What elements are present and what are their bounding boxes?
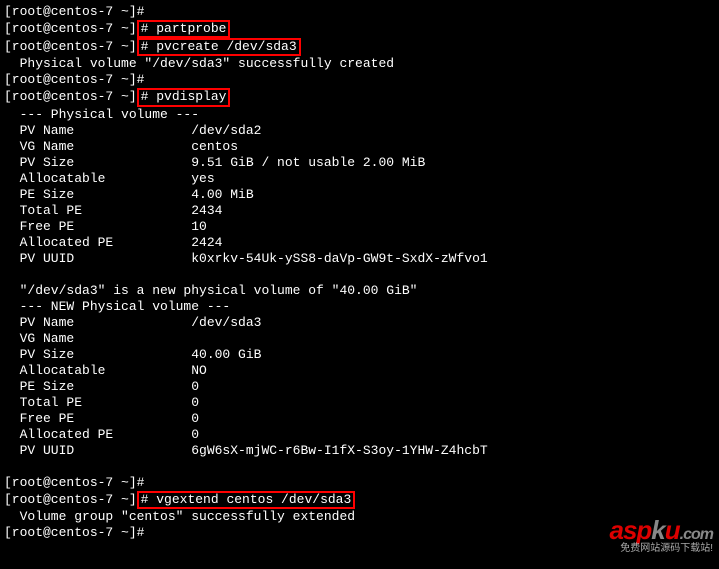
new-pv-header: --- NEW Physical volume ---	[4, 299, 715, 315]
pv1-uuid: PV UUID k0xrkv-54Uk-ySS8-daVp-GW9t-SxdX-…	[4, 251, 715, 267]
prompt: [root@centos-7 ~]#	[4, 525, 144, 540]
pv2-pesize: PE Size 0	[4, 379, 715, 395]
watermark-sub: 免费网站源码下载站!	[609, 541, 713, 557]
pv1-size: PV Size 9.51 GiB / not usable 2.00 MiB	[4, 155, 715, 171]
prompt: [root@centos-7 ~]#	[4, 4, 144, 19]
highlight-box-pvcreate: # pvcreate /dev/sda3	[137, 38, 301, 56]
pv2-freepe: Free PE 0	[4, 411, 715, 427]
prompt: [root@centos-7 ~]#	[4, 475, 144, 490]
pv2-name: PV Name /dev/sda3	[4, 315, 715, 331]
prompt: [root@centos-7 ~]#	[4, 72, 144, 87]
blank	[4, 267, 715, 283]
output-vgextend: Volume group "centos" successfully exten…	[4, 509, 715, 525]
pv1-vg: VG Name centos	[4, 139, 715, 155]
cmd-pvcreate: pvcreate /dev/sda3	[148, 39, 296, 54]
watermark-logo: aspku.com	[609, 522, 713, 543]
pv2-size: PV Size 40.00 GiB	[4, 347, 715, 363]
pv2-allocpe: Allocated PE 0	[4, 427, 715, 443]
prompt: [root@centos-7 ~]	[4, 39, 137, 54]
pv2-alloc: Allocatable NO	[4, 363, 715, 379]
cmd-vgextend: vgextend centos /dev/sda3	[148, 492, 351, 507]
watermark: aspku.com 免费网站源码下载站!	[609, 522, 713, 557]
pv1-totalpe: Total PE 2434	[4, 203, 715, 219]
new-pv-msg: "/dev/sda3" is a new physical volume of …	[4, 283, 715, 299]
cmd-pvdisplay: pvdisplay	[148, 89, 226, 104]
pv2-vg: VG Name	[4, 331, 715, 347]
highlight-box-pvdisplay: # pvdisplay	[137, 88, 231, 107]
terminal-output[interactable]: [root@centos-7 ~]# [root@centos-7 ~]# pa…	[4, 4, 715, 541]
prompt: [root@centos-7 ~]	[4, 89, 137, 104]
pv-header: --- Physical volume ---	[4, 107, 715, 123]
highlight-box-partprobe: # partprobe	[137, 20, 231, 38]
prompt: [root@centos-7 ~]	[4, 492, 137, 507]
pv2-totalpe: Total PE 0	[4, 395, 715, 411]
pv1-name: PV Name /dev/sda2	[4, 123, 715, 139]
pv1-freepe: Free PE 10	[4, 219, 715, 235]
highlight-box-vgextend: # vgextend centos /dev/sda3	[137, 491, 356, 509]
pv1-allocpe: Allocated PE 2424	[4, 235, 715, 251]
cmd-partprobe: partprobe	[148, 21, 226, 36]
pv1-pesize: PE Size 4.00 MiB	[4, 187, 715, 203]
output-pvcreate: Physical volume "/dev/sda3" successfully…	[4, 56, 715, 72]
blank	[4, 459, 715, 475]
pv1-alloc: Allocatable yes	[4, 171, 715, 187]
prompt: [root@centos-7 ~]	[4, 21, 137, 36]
pv2-uuid: PV UUID 6gW6sX-mjWC-r6Bw-I1fX-S3oy-1YHW-…	[4, 443, 715, 459]
